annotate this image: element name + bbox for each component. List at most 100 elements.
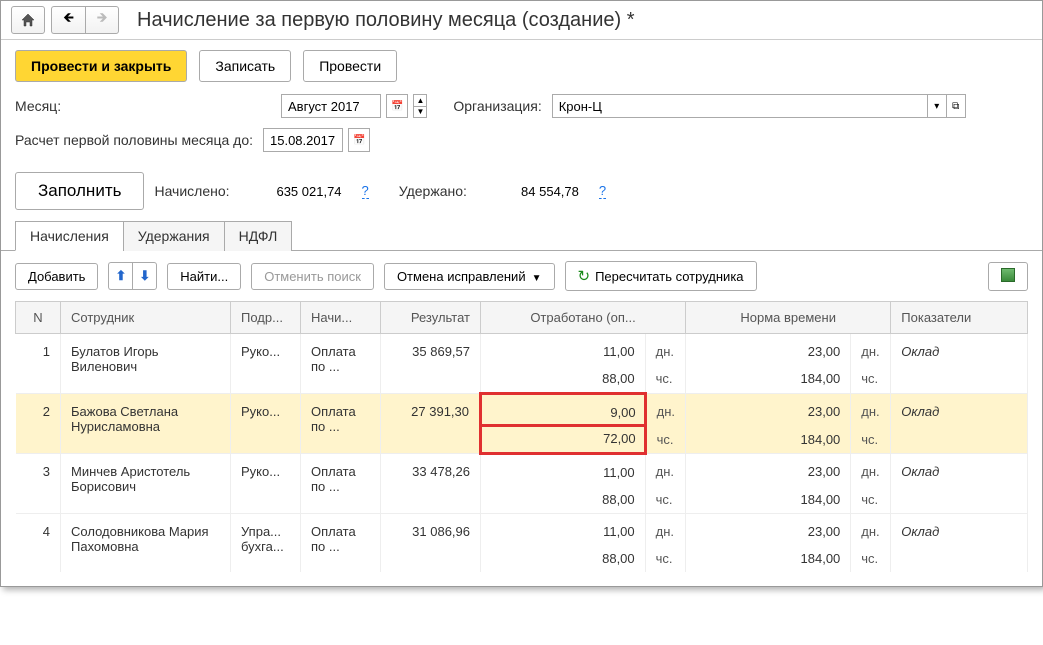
cell-unit-hours: чс. <box>851 365 891 394</box>
cell-worked-days: 11,00 <box>481 513 646 545</box>
accruals-table: N Сотрудник Подр... Начи... Результат От… <box>15 301 1028 572</box>
org-label: Организация: <box>453 98 541 114</box>
cell-result: 27 391,30 <box>381 394 481 454</box>
cell-unit-days: дн. <box>645 513 685 545</box>
forward-button[interactable]: 🡺 <box>85 6 119 34</box>
withheld-label: Удержано: <box>399 183 467 199</box>
cell-worked-hours: 72,00 <box>481 426 646 454</box>
cell-result: 33 478,26 <box>381 453 481 513</box>
cell-dept: Руко... <box>231 394 301 454</box>
post-button[interactable]: Провести <box>303 50 397 82</box>
month-up-button[interactable]: ▲ <box>413 94 427 106</box>
col-employee[interactable]: Сотрудник <box>61 302 231 334</box>
cell-accrual: Оплатапо ... <box>301 453 381 513</box>
cell-result: 35 869,57 <box>381 334 481 394</box>
month-calendar-button[interactable]: 📅 <box>386 94 408 118</box>
calendar-icon: 📅 <box>391 101 403 112</box>
withheld-help[interactable]: ? <box>599 183 606 199</box>
cell-result: 31 086,96 <box>381 513 481 572</box>
cell-norm-days: 23,00 <box>686 334 851 366</box>
withheld-value <box>477 179 585 203</box>
cell-employee: Булатов ИгорьВиленович <box>61 334 231 394</box>
add-button[interactable]: Добавить <box>15 263 98 290</box>
half-month-date-input[interactable] <box>263 128 343 152</box>
cancel-corrections-button[interactable]: Отмена исправлений ▼ <box>384 263 555 290</box>
write-button[interactable]: Записать <box>199 50 291 82</box>
cell-unit-hours: чс. <box>645 426 685 454</box>
cell-worked-days: 11,00 <box>481 453 646 486</box>
accrued-label: Начислено: <box>154 183 229 199</box>
cell-norm-hours: 184,00 <box>686 545 851 572</box>
tab-ndfl[interactable]: НДФЛ <box>224 221 293 251</box>
cell-n: 3 <box>16 453 61 513</box>
cell-accrual: Оплатапо ... <box>301 394 381 454</box>
org-input[interactable] <box>552 94 928 118</box>
table-row[interactable]: 4Солодовникова МарияПахомовнаУпра...бухг… <box>16 513 1028 572</box>
cell-unit-hours: чс. <box>851 486 891 514</box>
cell-indicator: Оклад <box>891 513 1028 572</box>
col-norm[interactable]: Норма времени <box>686 302 891 334</box>
fill-button[interactable]: Заполнить <box>15 172 144 210</box>
cell-worked-hours: 88,00 <box>481 486 646 514</box>
table-settings-button[interactable] <box>988 262 1028 291</box>
cell-unit-days: дн. <box>851 334 891 366</box>
cell-employee: Минчев АристотельБорисович <box>61 453 231 513</box>
cancel-search-button[interactable]: Отменить поиск <box>251 263 374 290</box>
cell-worked-days: 11,00 <box>481 334 646 366</box>
cell-unit-hours: чс. <box>851 545 891 572</box>
month-down-button[interactable]: ▼ <box>413 106 427 118</box>
chevron-down-icon: ▼ <box>532 273 542 284</box>
cell-unit-hours: чс. <box>645 486 685 514</box>
cell-employee: Бажова СветланаНурисламовна <box>61 394 231 454</box>
cell-accrual: Оплатапо ... <box>301 334 381 394</box>
cell-worked-days: 9,00 <box>481 394 646 426</box>
cell-dept: Руко... <box>231 453 301 513</box>
col-accr[interactable]: Начи... <box>301 302 381 334</box>
cell-dept: Руко... <box>231 334 301 394</box>
half-month-calendar-button[interactable]: 📅 <box>348 128 370 152</box>
org-open-button[interactable]: ⧉ <box>946 94 966 118</box>
half-month-label: Расчет первой половины месяца до: <box>15 132 253 148</box>
table-row[interactable]: 2Бажова СветланаНурисламовнаРуко...Оплат… <box>16 394 1028 454</box>
post-and-close-button[interactable]: Провести и закрыть <box>15 50 187 82</box>
move-up-button[interactable]: ⬆ <box>108 262 132 290</box>
table-row[interactable]: 3Минчев АристотельБорисовичРуко...Оплата… <box>16 453 1028 513</box>
arrow-left-icon: 🡸 <box>63 9 74 31</box>
cell-worked-hours: 88,00 <box>481 365 646 394</box>
col-n[interactable]: N <box>16 302 61 334</box>
recalc-employee-button[interactable]: ↻ Пересчитать сотрудника <box>565 261 757 291</box>
home-button[interactable] <box>11 6 45 34</box>
col-result[interactable]: Результат <box>381 302 481 334</box>
cell-n: 2 <box>16 394 61 454</box>
settings-icon <box>1001 268 1015 282</box>
cell-employee: Солодовникова МарияПахомовна <box>61 513 231 572</box>
window-title: Начисление за первую половину месяца (со… <box>137 9 635 32</box>
org-dropdown-button[interactable]: ▾ <box>927 94 947 118</box>
tab-withholdings[interactable]: Удержания <box>123 221 225 251</box>
arrow-down-icon: ⬇ <box>139 268 150 283</box>
back-button[interactable]: 🡸 <box>51 6 85 34</box>
cell-unit-days: дн. <box>645 394 685 426</box>
col-indicators[interactable]: Показатели <box>891 302 1028 334</box>
move-down-button[interactable]: ⬇ <box>132 262 157 290</box>
recalc-label: Пересчитать сотрудника <box>595 269 743 284</box>
cell-norm-days: 23,00 <box>686 394 851 426</box>
col-dept[interactable]: Подр... <box>231 302 301 334</box>
cell-unit-days: дн. <box>851 453 891 486</box>
find-button[interactable]: Найти... <box>167 263 241 290</box>
cancel-corrections-label: Отмена исправлений <box>397 269 526 284</box>
cell-norm-hours: 184,00 <box>686 486 851 514</box>
cell-n: 4 <box>16 513 61 572</box>
refresh-icon: ↻ <box>578 268 591 285</box>
cell-unit-hours: чс. <box>645 545 685 572</box>
cell-dept: Упра...бухга... <box>231 513 301 572</box>
tab-accruals[interactable]: Начисления <box>15 221 124 251</box>
month-label: Месяц: <box>15 98 275 114</box>
cell-indicator: Оклад <box>891 394 1028 454</box>
cell-unit-hours: чс. <box>851 426 891 454</box>
table-row[interactable]: 1Булатов ИгорьВиленовичРуко...Оплатапо .… <box>16 334 1028 394</box>
cell-unit-days: дн. <box>645 334 685 366</box>
col-worked[interactable]: Отработано (оп... <box>481 302 686 334</box>
month-input[interactable] <box>281 94 381 118</box>
accrued-help[interactable]: ? <box>362 183 369 199</box>
